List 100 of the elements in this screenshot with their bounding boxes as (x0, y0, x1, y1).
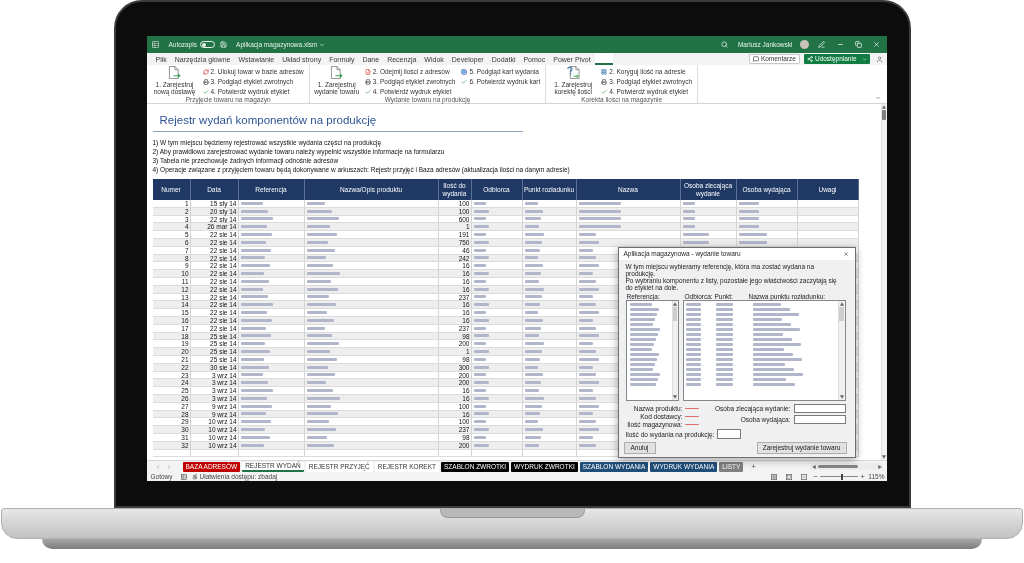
scrollbar-thumb[interactable] (839, 307, 844, 321)
blurred-text (240, 420, 271, 424)
input-field[interactable] (717, 429, 742, 439)
blurred-text (578, 389, 593, 392)
list-box[interactable] (682, 300, 846, 401)
blurred-text (578, 357, 599, 361)
blurred-text (578, 334, 599, 338)
save-icon[interactable] (220, 41, 228, 48)
blurred-text (524, 311, 538, 315)
blurred-text (473, 256, 489, 260)
blurred-text (629, 313, 657, 316)
blurred-text (306, 318, 334, 322)
blurred-text (685, 323, 701, 326)
grid-view-icon[interactable] (771, 473, 778, 480)
search-icon[interactable] (720, 41, 728, 48)
blurred-text (524, 389, 539, 392)
blurred-text (306, 428, 336, 431)
input-field[interactable] (793, 415, 846, 424)
page-break-view-icon[interactable] (801, 473, 808, 480)
blurred-text (715, 308, 733, 311)
blurred-text (629, 383, 656, 386)
blurred-text (715, 348, 733, 351)
sheet-icon[interactable] (180, 473, 187, 480)
scroll-right-icon[interactable] (877, 464, 882, 469)
blurred-text (578, 318, 593, 322)
blurred-text (306, 287, 338, 291)
blurred-text (715, 313, 733, 316)
blurred-text (240, 209, 268, 213)
blurred-text (524, 209, 543, 213)
add-sheet-button[interactable]: + (751, 462, 757, 471)
blurred-text (578, 350, 596, 354)
blurred-text (629, 368, 653, 371)
page-layout-icon[interactable] (786, 473, 793, 480)
blurred-text (685, 373, 701, 376)
blurred-text (240, 389, 273, 392)
blurred-text (685, 343, 701, 346)
scrollbar-thumb[interactable] (882, 110, 886, 120)
blurred-text (473, 334, 489, 338)
zoom-in-icon[interactable] (860, 474, 866, 479)
blurred-text (752, 378, 786, 381)
blurred-text (473, 342, 486, 346)
blurred-text (578, 256, 596, 260)
printer-icon (364, 78, 371, 85)
blurred-text (306, 217, 339, 221)
blurred-text (682, 240, 709, 244)
blurred-text (629, 348, 652, 351)
zoom-slider[interactable] (820, 473, 859, 480)
blurred-text (524, 334, 539, 338)
blurred-text (473, 389, 486, 392)
blurred-text (685, 358, 701, 361)
blurred-text (524, 381, 541, 385)
blurred-text (306, 225, 330, 229)
blurred-text (685, 368, 701, 371)
empty-value-line (684, 423, 699, 425)
check-icon (202, 88, 209, 95)
caret-icon[interactable] (874, 95, 881, 101)
blurred-text (752, 363, 785, 366)
minimize-icon[interactable] (836, 41, 844, 48)
blurred-text (240, 357, 264, 361)
ribbon-tab[interactable] (594, 53, 613, 65)
scrollbar-thumb[interactable] (817, 465, 858, 468)
spreadsheet-app-icon[interactable] (151, 41, 159, 48)
blurred-text (306, 248, 335, 252)
blurred-text (240, 381, 268, 385)
pen-icon[interactable] (817, 41, 825, 48)
blurred-text (629, 328, 660, 331)
blurred-text (306, 303, 336, 307)
scroll-left-icon[interactable] (811, 464, 816, 469)
blurred-text (578, 412, 593, 416)
list-box[interactable] (625, 300, 679, 401)
blurred-text (306, 443, 334, 447)
caret-icon[interactable] (319, 41, 326, 48)
blurred-text (682, 225, 695, 229)
avatar-icon[interactable] (799, 40, 809, 49)
restore-icon[interactable] (854, 41, 862, 48)
blurred-text (306, 279, 331, 283)
blurred-text (524, 412, 540, 416)
blurred-text (682, 201, 695, 205)
blurred-text (524, 272, 541, 276)
blurred-text (715, 328, 733, 331)
blurred-text (473, 201, 486, 205)
input-field[interactable] (793, 404, 846, 413)
blurred-text (715, 373, 733, 376)
person-icon[interactable] (875, 55, 883, 63)
blurred-text (715, 353, 733, 356)
scrollbar-thumb[interactable] (673, 307, 677, 321)
blurred-text (240, 435, 270, 439)
blurred-text (240, 240, 266, 244)
blurred-text (306, 311, 327, 315)
blurred-text (306, 334, 332, 338)
circular-arrows-icon (202, 68, 209, 75)
close-icon[interactable] (842, 251, 849, 257)
zoom-out-icon[interactable] (813, 474, 819, 479)
blurred-text (685, 318, 701, 321)
blurred-text (685, 348, 701, 351)
blurred-text (715, 303, 733, 306)
slider-thumb[interactable] (841, 473, 844, 480)
blurred-text (685, 363, 701, 366)
blurred-text (306, 240, 328, 244)
blurred-text (524, 428, 543, 431)
